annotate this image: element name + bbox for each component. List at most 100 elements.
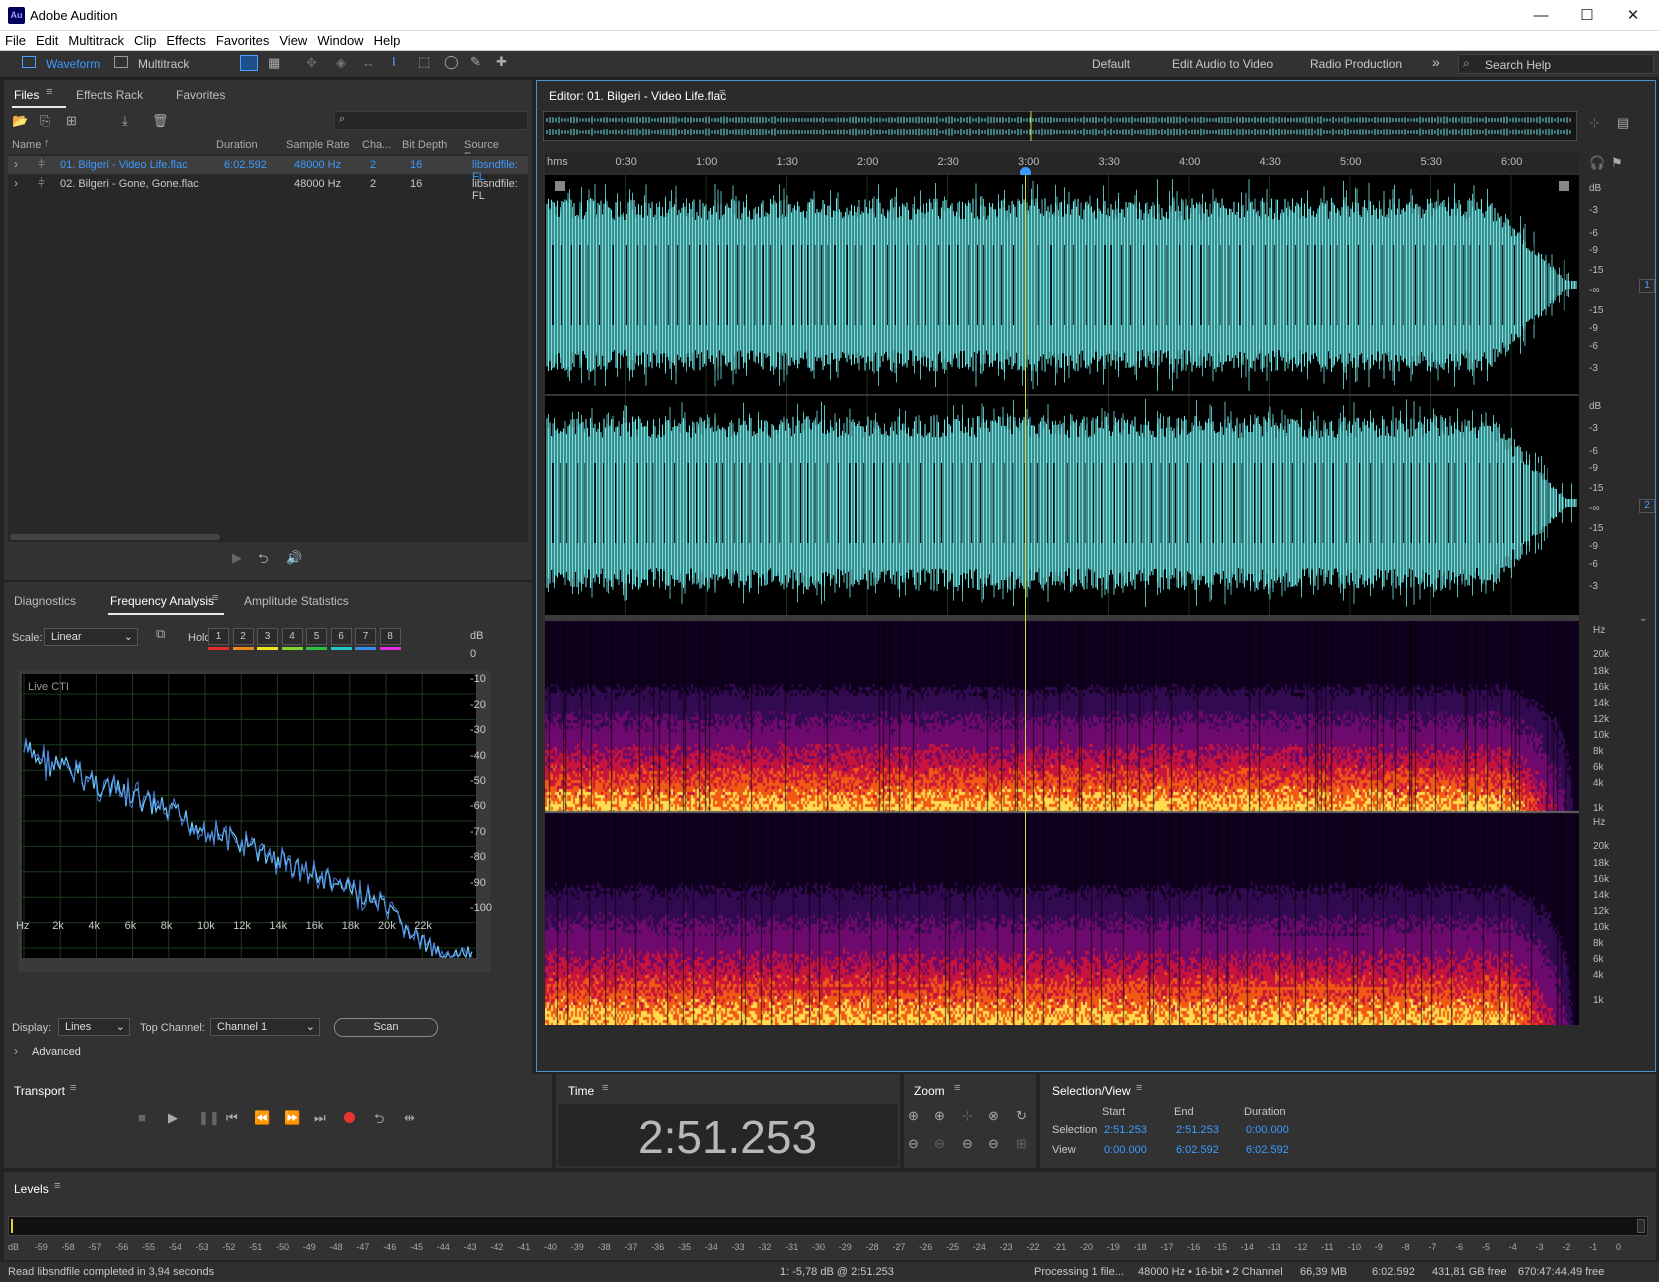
delete-icon[interactable]: 🗑	[152, 113, 169, 129]
headphones-icon[interactable]: 🎧	[1589, 155, 1605, 171]
more-workspaces-button[interactable]: »	[1432, 54, 1440, 70]
workspace-default[interactable]: Default	[1092, 57, 1130, 71]
view-start[interactable]: 0:00.000	[1104, 1144, 1147, 1156]
zoom-out-all-icon[interactable]: ⊖	[988, 1136, 999, 1152]
rewind-icon[interactable]: ⏪	[254, 1110, 270, 1126]
advanced-section[interactable]: Advanced	[32, 1046, 81, 1058]
tab-frequency-analysis[interactable]: Frequency Analysis	[110, 594, 214, 608]
col-bit-depth[interactable]: Bit Depth	[402, 139, 447, 151]
move-tool-icon[interactable]: ✥	[306, 55, 317, 71]
play-preview-icon[interactable]: ▶	[232, 550, 242, 566]
view-duration[interactable]: 6:02.592	[1246, 1144, 1289, 1156]
selection-end[interactable]: 2:51.253	[1176, 1124, 1219, 1136]
pause-icon[interactable]: ❚❚	[198, 1110, 220, 1126]
menu-view[interactable]: View	[274, 31, 312, 48]
search-help-input[interactable]: Search Help	[1485, 58, 1551, 72]
table-row[interactable]: › ⫩ 02. Bilgeri - Gone, Gone.flac 48000 …	[8, 175, 528, 202]
zoom-reset-icon[interactable]: ↻	[1016, 1108, 1027, 1124]
menu-effects[interactable]: Effects	[161, 31, 211, 48]
hold-button-1[interactable]: 1	[208, 628, 229, 645]
panel-menu-icon[interactable]: ≡	[954, 1082, 960, 1094]
panel-menu-icon[interactable]: ≡	[1136, 1082, 1142, 1094]
panel-menu-icon[interactable]: ≡	[602, 1082, 608, 1094]
lasso-tool-icon[interactable]: ◯	[444, 54, 459, 70]
marquee-tool-icon[interactable]: ⬚	[418, 54, 430, 70]
play-icon[interactable]: ▶	[168, 1110, 178, 1126]
advanced-expand-icon[interactable]: ›	[14, 1044, 18, 1058]
zoom-out-time-icon[interactable]: ⊖	[934, 1136, 945, 1152]
channel-1-toggle[interactable]: 1	[1639, 279, 1655, 293]
open-folder-icon[interactable]: 📂	[12, 113, 28, 129]
waveform-button[interactable]: Waveform	[46, 57, 100, 71]
tab-amplitude-statistics[interactable]: Amplitude Statistics	[244, 594, 349, 608]
marker-icon[interactable]: ⚑	[1611, 155, 1623, 171]
tab-files[interactable]: Files	[14, 88, 39, 102]
spectral-waveform-icon[interactable]	[240, 55, 258, 71]
selection-duration[interactable]: 0:00.000	[1246, 1124, 1289, 1136]
search-help-field[interactable]: ⌕ Search Help	[1458, 54, 1654, 74]
zoom-in-point-icon[interactable]: ⊹	[962, 1108, 973, 1124]
menu-file[interactable]: File	[0, 31, 31, 48]
panel-menu-icon[interactable]: ≡	[719, 87, 725, 99]
col-duration[interactable]: Duration	[216, 139, 258, 151]
zoom-out-amplitude-icon[interactable]: ⊖	[908, 1136, 919, 1152]
zoom-reset-icon[interactable]: ⊹	[1589, 115, 1600, 131]
panel-menu-icon[interactable]: ≡	[70, 1082, 76, 1094]
expand-icon[interactable]: ›	[14, 157, 18, 171]
hold-button-8[interactable]: 8	[379, 628, 401, 645]
panel-menu-icon[interactable]: ≡	[212, 592, 218, 604]
hold-button-7[interactable]: 7	[355, 628, 376, 645]
fade-out-handle-icon[interactable]	[1559, 181, 1569, 191]
next-icon[interactable]: ⏭	[314, 1110, 326, 1126]
previous-icon[interactable]: ⏮	[226, 1110, 238, 1126]
workspace-edit-audio-to-video[interactable]: Edit Audio to Video	[1172, 57, 1273, 71]
waveform-display[interactable]	[545, 175, 1579, 615]
chevron-down-icon[interactable]: ⌄	[1639, 613, 1647, 624]
expand-icon[interactable]: ›	[14, 176, 18, 190]
overview-menu-icon[interactable]: ▤	[1617, 115, 1629, 131]
new-file-icon[interactable]: ⊞	[66, 113, 77, 129]
tab-diagnostics[interactable]: Diagnostics	[14, 594, 76, 608]
col-name[interactable]: Name	[12, 139, 41, 151]
menu-window[interactable]: Window	[312, 31, 368, 48]
hold-button-6[interactable]: 6	[330, 628, 352, 645]
zoom-in-time-icon[interactable]: ⊕	[934, 1108, 945, 1124]
zoom-in-amplitude-icon[interactable]: ⊕	[908, 1108, 919, 1124]
workspace-radio-production[interactable]: Radio Production	[1310, 57, 1402, 71]
zoom-tracks-icon[interactable]: ⊞	[1016, 1136, 1027, 1152]
slip-tool-icon[interactable]: ↔	[362, 55, 375, 70]
spot-healing-tool-icon[interactable]: ✚	[496, 54, 507, 70]
menu-multitrack[interactable]: Multitrack	[63, 31, 129, 48]
stop-icon[interactable]: ■	[138, 1110, 146, 1125]
table-row[interactable]: › ⫩ 01. Bilgeri - Video Life.flac 6:02.5…	[8, 156, 528, 183]
spectral-frequency-display[interactable]	[545, 621, 1579, 1025]
col-sample-rate[interactable]: Sample Rate	[286, 139, 350, 151]
clip-indicator[interactable]	[1637, 1219, 1645, 1233]
menu-help[interactable]: Help	[369, 31, 406, 48]
top-channel-select[interactable]: Channel 1 ⌄	[210, 1018, 320, 1036]
fade-in-handle-icon[interactable]	[555, 181, 565, 191]
close-button[interactable]: ✕	[1610, 0, 1656, 31]
menu-edit[interactable]: Edit	[31, 31, 63, 48]
record-icon[interactable]	[344, 1112, 355, 1123]
time-selection-tool-icon[interactable]: I	[392, 54, 396, 69]
export-icon[interactable]: ⤓	[122, 113, 128, 129]
overview-waveform[interactable]	[543, 111, 1577, 141]
tab-effects-rack[interactable]: Effects Rack	[76, 88, 143, 102]
menu-favorites[interactable]: Favorites	[211, 31, 274, 48]
menu-clip[interactable]: Clip	[129, 31, 161, 48]
skip-selection-icon[interactable]: ⇹	[404, 1110, 415, 1126]
loop-icon[interactable]: ⮌	[374, 1110, 384, 1132]
maximize-button[interactable]: ☐	[1564, 0, 1610, 31]
hold-button-5[interactable]: 5	[306, 628, 327, 645]
hold-button-3[interactable]: 3	[257, 628, 278, 645]
razor-tool-icon[interactable]: ◈	[336, 55, 346, 71]
multitrack-button[interactable]: Multitrack	[138, 57, 189, 71]
zoom-selection-icon[interactable]: ⊖	[962, 1136, 973, 1152]
loop-preview-icon[interactable]: ⮌	[258, 550, 268, 572]
panel-menu-icon[interactable]: ≡	[54, 1180, 60, 1192]
files-search-input[interactable]: ⌕	[334, 111, 528, 130]
fast-forward-icon[interactable]: ⏩	[284, 1110, 300, 1126]
col-channels[interactable]: Cha...	[362, 139, 391, 151]
logarithmic-toggle-icon[interactable]: ⧉	[156, 626, 165, 642]
